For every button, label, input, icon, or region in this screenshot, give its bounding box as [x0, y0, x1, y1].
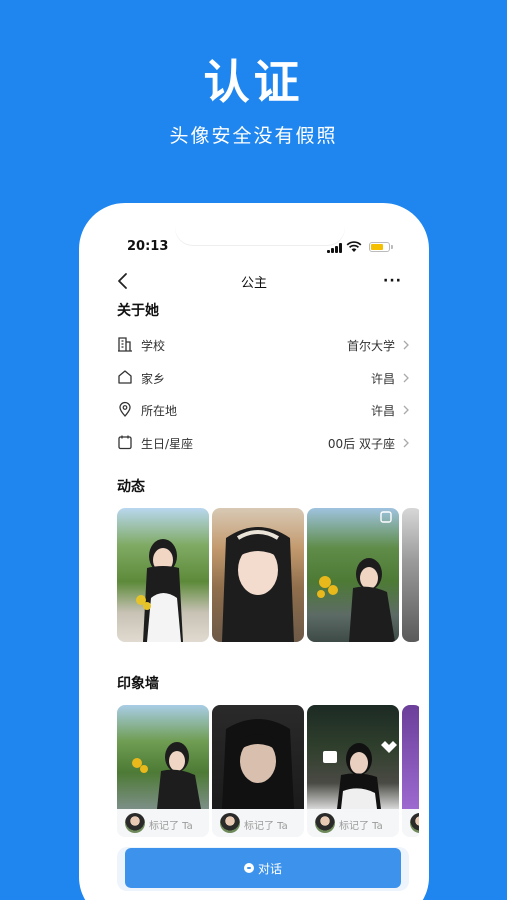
impression-photo — [402, 705, 419, 809]
nav-title: 公主 — [240, 276, 267, 291]
info-label: 家乡 — [141, 372, 166, 386]
info-label: 生日/星座 — [141, 437, 194, 451]
info-value: 许昌 — [370, 372, 395, 386]
impression-footer: 标记了 Ta — [212, 809, 304, 837]
about-heading: 关于她 — [117, 303, 159, 319]
battery-level — [371, 244, 383, 250]
impression-card[interactable]: 标记了 Ta — [307, 705, 399, 837]
impression-card[interactable]: 标记了 Ta — [212, 705, 304, 837]
portrait-illustration — [317, 511, 395, 642]
info-label: 学校 — [141, 339, 166, 353]
avatar — [410, 813, 419, 833]
home-icon — [118, 370, 132, 384]
impression-card-partial[interactable] — [402, 705, 419, 837]
avatar — [220, 813, 240, 833]
moment-photo[interactable] — [307, 508, 399, 642]
info-row-school[interactable]: 学校 首尔大学 — [117, 335, 413, 355]
action-bar: 对话 — [117, 847, 409, 891]
more-options-icon[interactable]: ··· — [383, 273, 402, 289]
moment-photo-partial[interactable] — [402, 508, 419, 642]
impression-caption: 标记了 Ta — [339, 821, 383, 832]
info-label: 所在地 — [141, 404, 178, 418]
chat-button-label: 对话 — [257, 861, 282, 876]
info-value: 首尔大学 — [346, 339, 395, 353]
info-row-birthday[interactable]: 生日/星座 00后 双子座 — [117, 433, 413, 453]
impression-caption: 标记了 Ta — [149, 821, 193, 832]
info-value: 00后 双子座 — [327, 437, 395, 451]
status-bar: 20:13 — [89, 239, 419, 259]
impression-footer: 标记了 Ta — [307, 809, 399, 837]
avatar — [125, 813, 145, 833]
nav-bar: 公主 ··· — [89, 269, 419, 293]
wifi-icon — [346, 241, 362, 252]
chevron-right-icon — [403, 373, 409, 383]
chevron-right-icon — [403, 438, 409, 448]
impression-photo — [212, 705, 304, 809]
hero-subtitle: 头像安全没有假照 — [169, 125, 338, 147]
portrait-illustration — [323, 741, 397, 809]
impression-caption: 标记了 Ta — [244, 821, 288, 832]
impressions-heading: 印象墙 — [117, 676, 159, 692]
impression-footer: 标记了 Ta — [117, 809, 209, 837]
portrait-illustration — [222, 527, 294, 642]
calendar-icon — [118, 435, 132, 450]
avatar — [315, 813, 335, 833]
chat-button[interactable]: 对话 — [125, 848, 401, 888]
moments-heading: 动态 — [117, 479, 145, 495]
hero-title: 认证 — [203, 55, 304, 109]
chat-bubble-icon — [243, 863, 254, 873]
info-value: 许昌 — [370, 404, 395, 418]
moment-photo[interactable] — [212, 508, 304, 642]
status-time: 20:13 — [127, 239, 169, 254]
impression-photo — [117, 705, 209, 809]
chevron-right-icon — [403, 405, 409, 415]
phone-screen: 20:13 公主 ··· 关于她 学校 首尔大学 家乡 许昌 所在地 许昌 生日… — [89, 213, 419, 900]
phone-mockup: 20:13 公主 ··· 关于她 学校 首尔大学 家乡 许昌 所在地 许昌 生日… — [79, 203, 429, 900]
portrait-illustration — [132, 742, 201, 809]
portrait-illustration — [222, 719, 294, 809]
impression-photo — [307, 705, 399, 809]
battery-icon — [369, 242, 393, 252]
moment-photo[interactable] — [117, 508, 209, 642]
chevron-right-icon — [403, 340, 409, 350]
building-icon — [118, 337, 132, 352]
location-pin-icon — [119, 401, 131, 417]
impression-card[interactable]: 标记了 Ta — [117, 705, 209, 837]
signal-icon — [327, 243, 342, 253]
portrait-illustration — [136, 539, 183, 642]
impression-footer — [402, 809, 419, 837]
info-row-hometown[interactable]: 家乡 许昌 — [117, 368, 413, 388]
info-row-location[interactable]: 所在地 许昌 — [117, 400, 413, 420]
